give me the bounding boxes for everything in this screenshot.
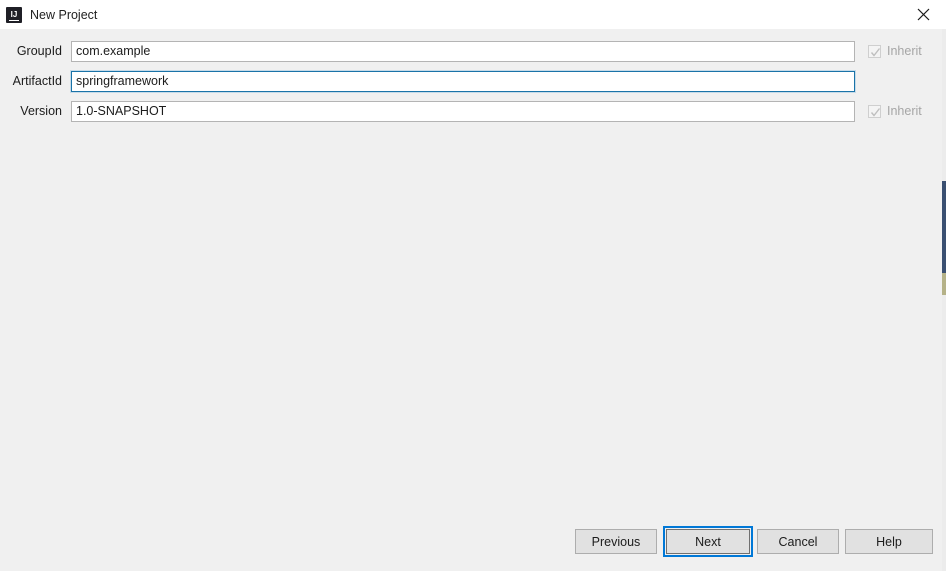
artifactid-input[interactable]: [71, 71, 855, 92]
right-edge-strip: [942, 29, 946, 571]
close-button[interactable]: [900, 0, 946, 29]
title-bar: IJ New Project: [0, 0, 946, 29]
app-icon-glyph: IJ: [11, 11, 18, 19]
groupid-input[interactable]: [71, 41, 855, 62]
cancel-button[interactable]: Cancel: [757, 529, 839, 554]
form-row-groupid: GroupId Inherit: [0, 40, 946, 62]
next-button[interactable]: Next: [666, 529, 750, 554]
groupid-inherit-label: Inherit: [887, 44, 922, 58]
intellij-idea-icon: IJ: [6, 7, 22, 23]
checkbox-checked-icon: [868, 45, 881, 58]
scrollbar-thumb[interactable]: [942, 181, 946, 273]
window-title: New Project: [30, 8, 97, 22]
new-project-dialog: IJ New Project GroupId Inherit: [0, 0, 946, 571]
version-label: Version: [0, 104, 71, 118]
close-icon: [917, 8, 930, 21]
groupid-inherit-checkbox[interactable]: Inherit: [868, 44, 922, 58]
edge-tint-marker: [942, 273, 946, 295]
next-button-focus-ring: Next: [663, 526, 753, 557]
previous-button[interactable]: Previous: [575, 529, 657, 554]
dialog-button-bar: Previous Next Cancel Help: [0, 521, 946, 571]
form-row-artifactid: ArtifactId: [0, 70, 946, 92]
help-button[interactable]: Help: [845, 529, 933, 554]
version-input[interactable]: [71, 101, 855, 122]
version-inherit-label: Inherit: [887, 104, 922, 118]
form-row-version: Version Inherit: [0, 100, 946, 122]
artifactid-label: ArtifactId: [0, 74, 71, 88]
groupid-label: GroupId: [0, 44, 71, 58]
checkbox-checked-icon: [868, 105, 881, 118]
version-inherit-checkbox[interactable]: Inherit: [868, 104, 922, 118]
